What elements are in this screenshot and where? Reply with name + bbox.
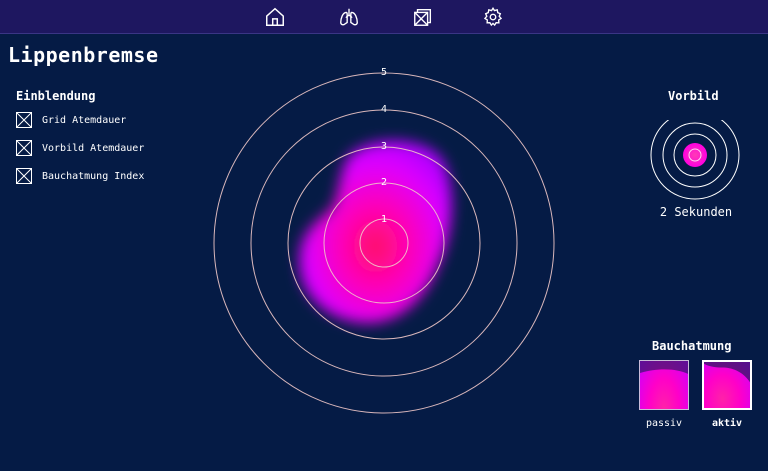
passiv-label: passiv — [645, 418, 683, 429]
checkbox-grid-atemdauer[interactable] — [16, 112, 32, 128]
wave-top — [640, 361, 688, 375]
lungs-icon — [340, 8, 358, 26]
einblendung-heading: Einblendung — [16, 89, 96, 103]
breathing-blob — [299, 140, 452, 324]
vorbild-duration: 2 Sekunden — [659, 205, 733, 219]
home-icon — [266, 7, 284, 26]
option-vorbild-atemdauer[interactable]: Vorbild Atemdauer — [16, 139, 144, 157]
vorbild-target — [650, 120, 740, 200]
top-nav-bar — [0, 0, 768, 34]
wave-top — [704, 362, 750, 383]
cross-check-icon — [17, 141, 31, 155]
option-grid-atemdauer[interactable]: Grid Atemdauer — [16, 111, 126, 129]
option-label: Bauchatmung Index — [42, 170, 145, 182]
option-label: Vorbild Atemdauer — [42, 142, 145, 154]
checkbox-bauchatmung-index[interactable] — [16, 168, 32, 184]
vorbild-dot — [683, 143, 707, 167]
image-stack-icon — [414, 8, 432, 26]
ring-label-1: 1 — [381, 214, 387, 225]
nav-gallery-button[interactable] — [410, 4, 436, 30]
option-label: Grid Atemdauer — [42, 114, 127, 126]
checkbox-vorbild-atemdauer[interactable] — [16, 140, 32, 156]
bauchatmung-aktiv-button[interactable] — [702, 360, 752, 410]
aktiv-label: aktiv — [711, 418, 743, 429]
ring-label-3: 3 — [381, 141, 387, 152]
ring-label-4: 4 — [381, 104, 387, 115]
nav-settings-button[interactable] — [480, 4, 506, 30]
gear-icon — [483, 7, 503, 27]
vorbild-heading: Vorbild — [668, 89, 719, 103]
ring-label-2: 2 — [381, 177, 387, 188]
bauchatmung-passiv-button[interactable] — [639, 360, 689, 410]
ring-label-5: 5 — [381, 67, 387, 78]
breathing-radar: 1 2 3 4 5 — [213, 67, 555, 414]
cross-check-icon — [17, 169, 31, 183]
bauchatmung-heading: Bauchatmung — [652, 339, 732, 353]
page-title: Lippenbremse — [8, 43, 159, 67]
nav-lungs-button[interactable] — [336, 4, 362, 30]
option-bauchatmung-index[interactable]: Bauchatmung Index — [16, 167, 144, 185]
nav-home-button[interactable] — [262, 4, 288, 30]
cross-check-icon — [17, 113, 31, 127]
